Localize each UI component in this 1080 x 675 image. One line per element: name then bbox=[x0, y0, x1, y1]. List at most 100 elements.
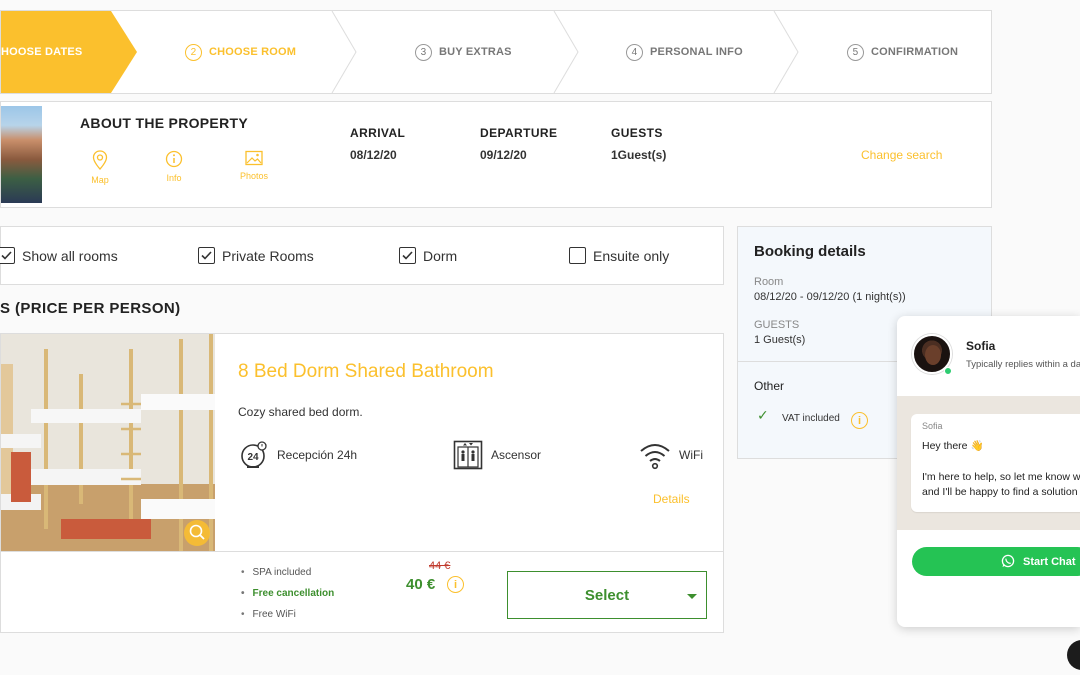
step-number: 2 bbox=[185, 43, 202, 61]
property-info-link[interactable]: Info bbox=[154, 150, 194, 183]
check-icon: ✓ bbox=[757, 407, 769, 423]
step-number: 3 bbox=[415, 43, 432, 61]
svg-text:24: 24 bbox=[247, 452, 259, 463]
property-photos-link[interactable]: Photos bbox=[234, 150, 274, 181]
filter-label: Ensuite only bbox=[593, 247, 670, 264]
chat-bubble: Sofia Hey there 👋 I'm here to help, so l… bbox=[911, 414, 1080, 512]
filter-label: Dorm bbox=[423, 247, 458, 264]
start-chat-label: Start Chat bbox=[1023, 555, 1076, 568]
arrival-value: 08/12/20 bbox=[350, 148, 397, 162]
step-label: HOOSE DATES bbox=[1, 46, 83, 58]
departure-label: DEPARTURE bbox=[480, 126, 558, 140]
perk-item: SPA included bbox=[241, 567, 312, 578]
filter-show-all-rooms[interactable]: Show all rooms bbox=[0, 247, 118, 264]
price-info-icon[interactable]: i bbox=[447, 576, 464, 593]
booking-details-title: Booking details bbox=[754, 243, 866, 260]
step-number: 5 bbox=[847, 43, 864, 61]
online-status-dot bbox=[944, 367, 952, 375]
property-thumbnail[interactable] bbox=[1, 106, 42, 203]
booking-room-value: 08/12/20 - 09/12/20 (1 night(s)) bbox=[754, 291, 906, 303]
perk-item: Free WiFi bbox=[241, 609, 296, 620]
select-room-dropdown[interactable]: Select bbox=[507, 571, 707, 619]
step-confirmation[interactable]: 5 CONFIRMATION bbox=[847, 11, 958, 93]
filter-label: Show all rooms bbox=[22, 247, 118, 264]
room-details-link[interactable]: Details bbox=[653, 492, 690, 506]
booking-room-label: Room bbox=[754, 276, 784, 288]
step-choose-dates[interactable]: HOOSE DATES bbox=[1, 11, 111, 93]
original-price: 44 € bbox=[429, 560, 451, 572]
step-label: PERSONAL INFO bbox=[650, 46, 743, 58]
room-card: 8 Bed Dorm Shared Bathroom Cozy shared b… bbox=[0, 333, 724, 633]
step-separator bbox=[773, 11, 799, 93]
step-separator bbox=[553, 11, 579, 93]
step-buy-extras[interactable]: 3 BUY EXTRAS bbox=[415, 11, 512, 93]
start-chat-button[interactable]: Start Chat bbox=[912, 547, 1080, 576]
guests-label: GUESTS bbox=[611, 126, 663, 140]
booking-guests-value: 1 Guest(s) bbox=[754, 334, 806, 346]
whatsapp-icon bbox=[1001, 554, 1015, 568]
room-filters: Show all rooms Private Rooms Dorm Ensuit… bbox=[0, 226, 724, 285]
booking-guests-label: GUESTS bbox=[754, 319, 800, 331]
room-title[interactable]: 8 Bed Dorm Shared Bathroom bbox=[238, 361, 494, 383]
amenity-label: Ascensor bbox=[491, 448, 542, 462]
checkbox-unchecked[interactable] bbox=[569, 247, 586, 264]
message-body: I'm here to help, so let me know wh and … bbox=[922, 470, 1080, 500]
guests-value: 1Guest(s) bbox=[611, 148, 667, 162]
step-personal-info[interactable]: 4 PERSONAL INFO bbox=[626, 11, 743, 93]
select-label: Select bbox=[584, 586, 630, 604]
amenity-wifi: WiFi bbox=[639, 440, 703, 470]
chat-message-area: Sofia Hey there 👋 I'm here to help, so l… bbox=[897, 396, 1080, 530]
step-number: 4 bbox=[626, 43, 643, 61]
step-choose-room[interactable]: 2 CHOOSE ROOM bbox=[185, 11, 296, 93]
amenity-label: WiFi bbox=[679, 448, 703, 462]
check-icon bbox=[1, 251, 12, 260]
checkbox-checked[interactable] bbox=[399, 247, 416, 264]
room-card-divider bbox=[1, 551, 723, 552]
amenity-reception: 24 Recepción 24h bbox=[239, 440, 357, 470]
checkbox-checked[interactable] bbox=[198, 247, 215, 264]
property-title: ABOUT THE PROPERTY bbox=[80, 115, 248, 131]
message-line: I'm here to help, so let me know wh bbox=[922, 471, 1080, 483]
agent-status: Typically replies within a day bbox=[966, 359, 1080, 370]
wifi-icon bbox=[640, 444, 670, 470]
filter-private-rooms[interactable]: Private Rooms bbox=[198, 247, 314, 264]
map-pin-icon bbox=[92, 150, 108, 170]
filter-dorm[interactable]: Dorm bbox=[399, 247, 457, 264]
whatsapp-chat-widget: Sofia Typically replies within a day Sof… bbox=[897, 316, 1080, 627]
info-icon bbox=[165, 150, 183, 168]
property-map-link[interactable]: Map bbox=[80, 150, 120, 185]
elevator-icon bbox=[453, 440, 483, 470]
agent-name: Sofia bbox=[966, 339, 996, 353]
check-icon bbox=[201, 251, 212, 260]
change-search-link[interactable]: Change search bbox=[861, 148, 942, 162]
check-icon bbox=[402, 251, 413, 260]
message-greeting: Hey there 👋 bbox=[922, 440, 984, 452]
step-label: CONFIRMATION bbox=[871, 46, 959, 58]
booking-stepper: HOOSE DATES 2 CHOOSE ROOM 3 BUY EXTRAS 4… bbox=[0, 10, 992, 94]
room-description: Cozy shared bed dorm. bbox=[238, 405, 363, 419]
amenity-label: Recepción 24h bbox=[277, 448, 358, 462]
step-label: BUY EXTRAS bbox=[439, 46, 512, 58]
property-icon-label: Photos bbox=[239, 171, 269, 181]
room-photo[interactable] bbox=[1, 334, 215, 551]
rooms-section-title: S (PRICE PER PERSON) bbox=[0, 300, 181, 317]
booking-other-label: Other bbox=[754, 379, 785, 393]
message-sender: Sofia bbox=[922, 421, 943, 431]
step-label: CHOOSE ROOM bbox=[209, 46, 297, 58]
checkbox-checked[interactable] bbox=[0, 247, 15, 264]
step-separator bbox=[331, 11, 357, 93]
filter-ensuite-only[interactable]: Ensuite only bbox=[569, 247, 669, 264]
arrival-label: ARRIVAL bbox=[350, 126, 406, 140]
property-icon-label: Map bbox=[91, 175, 109, 185]
vat-info-icon[interactable]: i bbox=[851, 412, 868, 429]
property-summary: ABOUT THE PROPERTY Map Info Photos ARRIV… bbox=[0, 101, 992, 208]
chat-launcher-button[interactable] bbox=[1067, 640, 1080, 670]
chevron-down-icon bbox=[687, 594, 697, 599]
photos-icon bbox=[245, 150, 263, 166]
filter-label: Private Rooms bbox=[222, 247, 314, 264]
reception-24h-icon: 24 bbox=[241, 441, 267, 468]
current-price: 40 € bbox=[406, 576, 436, 593]
amenity-elevator: Ascensor bbox=[453, 440, 541, 470]
departure-value: 09/12/20 bbox=[480, 148, 527, 162]
bunk-beds-illustration bbox=[1, 334, 215, 551]
